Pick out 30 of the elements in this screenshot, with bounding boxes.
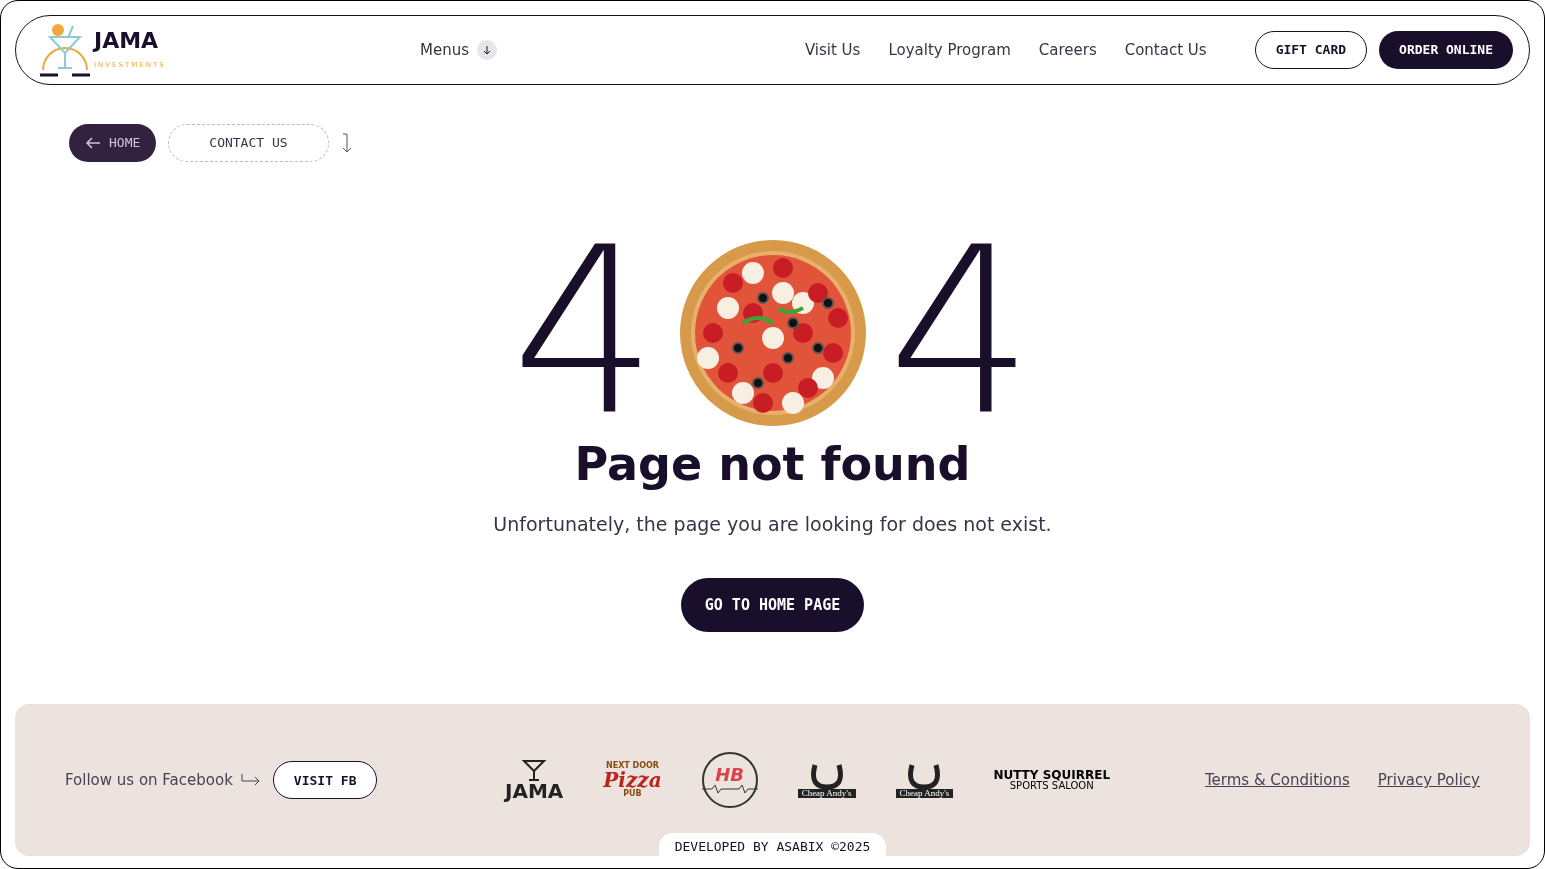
nav-link[interactable]: Visit Us <box>804 38 861 62</box>
logo-name: JAMA <box>94 29 160 52</box>
nav-link[interactable]: Contact Us <box>1124 38 1207 62</box>
brand-logo-text: Pizza <box>603 770 662 791</box>
brand-logo-text: NUTTY SQUIRREL <box>993 769 1111 782</box>
follow-text: Follow us on Facebook <box>65 770 233 791</box>
arrow-left-icon <box>85 137 101 149</box>
brand-logo-text: Cheap Andy's <box>895 788 954 798</box>
developer-credit: DEVELOPED BY ASABIX ©2025 <box>658 832 887 856</box>
footer-link[interactable]: Terms & Conditions <box>1204 769 1350 792</box>
footer-link[interactable]: Privacy Policy <box>1377 769 1480 792</box>
arrow-down-icon <box>477 40 497 60</box>
home-back-button[interactable]: HOME <box>69 124 157 162</box>
visit-fb-button[interactable]: VISIT FB <box>272 761 378 800</box>
nav-link[interactable]: Loyalty Program <box>888 38 1011 62</box>
brand-logo-text: SPORTS SALOON <box>1009 781 1094 792</box>
brand-logo-text: JAMA <box>505 781 564 802</box>
order-online-button[interactable]: ORDER ONLINE <box>1379 31 1513 69</box>
home-page-button[interactable]: GO TO HOME PAGE <box>680 578 865 632</box>
brand-logo-text: Cheap Andy's <box>797 788 856 798</box>
error-message: Unfortunately, the page you are looking for does not exist. <box>493 511 1052 537</box>
arrow-down-icon <box>340 133 353 153</box>
menus-dropdown[interactable]: Menus <box>420 38 497 62</box>
arrow-right-icon <box>240 774 261 787</box>
brand-logo-text: PUB <box>623 790 642 799</box>
error-title: Page not found <box>574 436 971 493</box>
nav-link[interactable]: Careers <box>1038 38 1097 62</box>
cocktail-logo-icon <box>40 22 90 78</box>
brand-logo-text: HB <box>715 766 744 785</box>
brand-logo-text: NEXT DOOR <box>605 762 659 771</box>
